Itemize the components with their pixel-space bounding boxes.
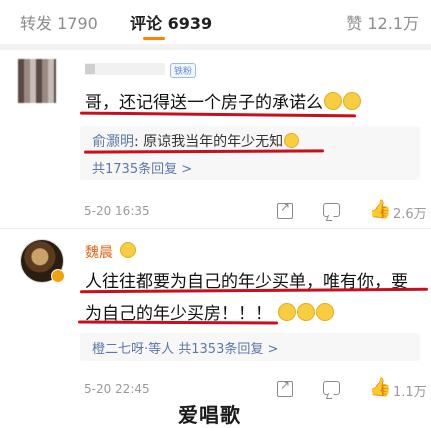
emoji-icon [324, 92, 342, 110]
share-icon[interactable] [277, 200, 293, 219]
more-replies-link[interactable]: 共1735条回复 > [92, 158, 192, 177]
reply-preview[interactable]: 橙二七呀·等人 共1353条回复 > [80, 333, 420, 361]
like-icon[interactable]: 👍 [369, 377, 391, 398]
emoji-icon [316, 303, 334, 321]
username-blurred [85, 63, 165, 75]
emoji-icon [120, 242, 136, 258]
divider [0, 228, 431, 229]
tab-repost[interactable]: 转发 1790 [20, 10, 98, 34]
share-icon[interactable] [277, 378, 293, 397]
divider [0, 44, 431, 50]
tab-comment[interactable]: 评论 6939 [130, 10, 212, 34]
active-tab-indicator [143, 37, 165, 40]
comment-text: 哥，还记得送一个房子的承诺么 [85, 88, 361, 113]
comment-tabs: 转发 1790 评论 6939 赞 12.1万 [0, 0, 431, 42]
emoji-icon [297, 303, 315, 321]
emoji-icon [343, 92, 361, 110]
tab-like[interactable]: 赞 12.1万 [346, 10, 419, 34]
watermark: 爱唱歌 [178, 403, 241, 427]
comment-time: 5-20 22:45 [84, 382, 150, 396]
verified-badge-icon [51, 269, 65, 283]
fan-badge: 铁粉 [170, 63, 197, 78]
like-icon[interactable]: 👍 [369, 199, 391, 220]
more-replies-link[interactable]: 橙二七呀·等人 共1353条回复 > [92, 338, 278, 357]
reply-text: : 原谅我当年的年少无知 [134, 134, 284, 150]
like-count: 1.1万 [393, 385, 427, 400]
comment-icon[interactable] [323, 203, 340, 217]
comment-icon[interactable] [323, 381, 340, 395]
like-count: 2.6万 [393, 207, 427, 222]
emoji-icon [278, 303, 296, 321]
avatar-blurred[interactable] [18, 59, 56, 103]
reply-author[interactable]: 俞灏明 [92, 134, 134, 150]
emoji-icon [284, 133, 300, 148]
comment-time: 5-20 16:35 [84, 204, 150, 218]
username[interactable]: 魏晨 [85, 242, 113, 262]
